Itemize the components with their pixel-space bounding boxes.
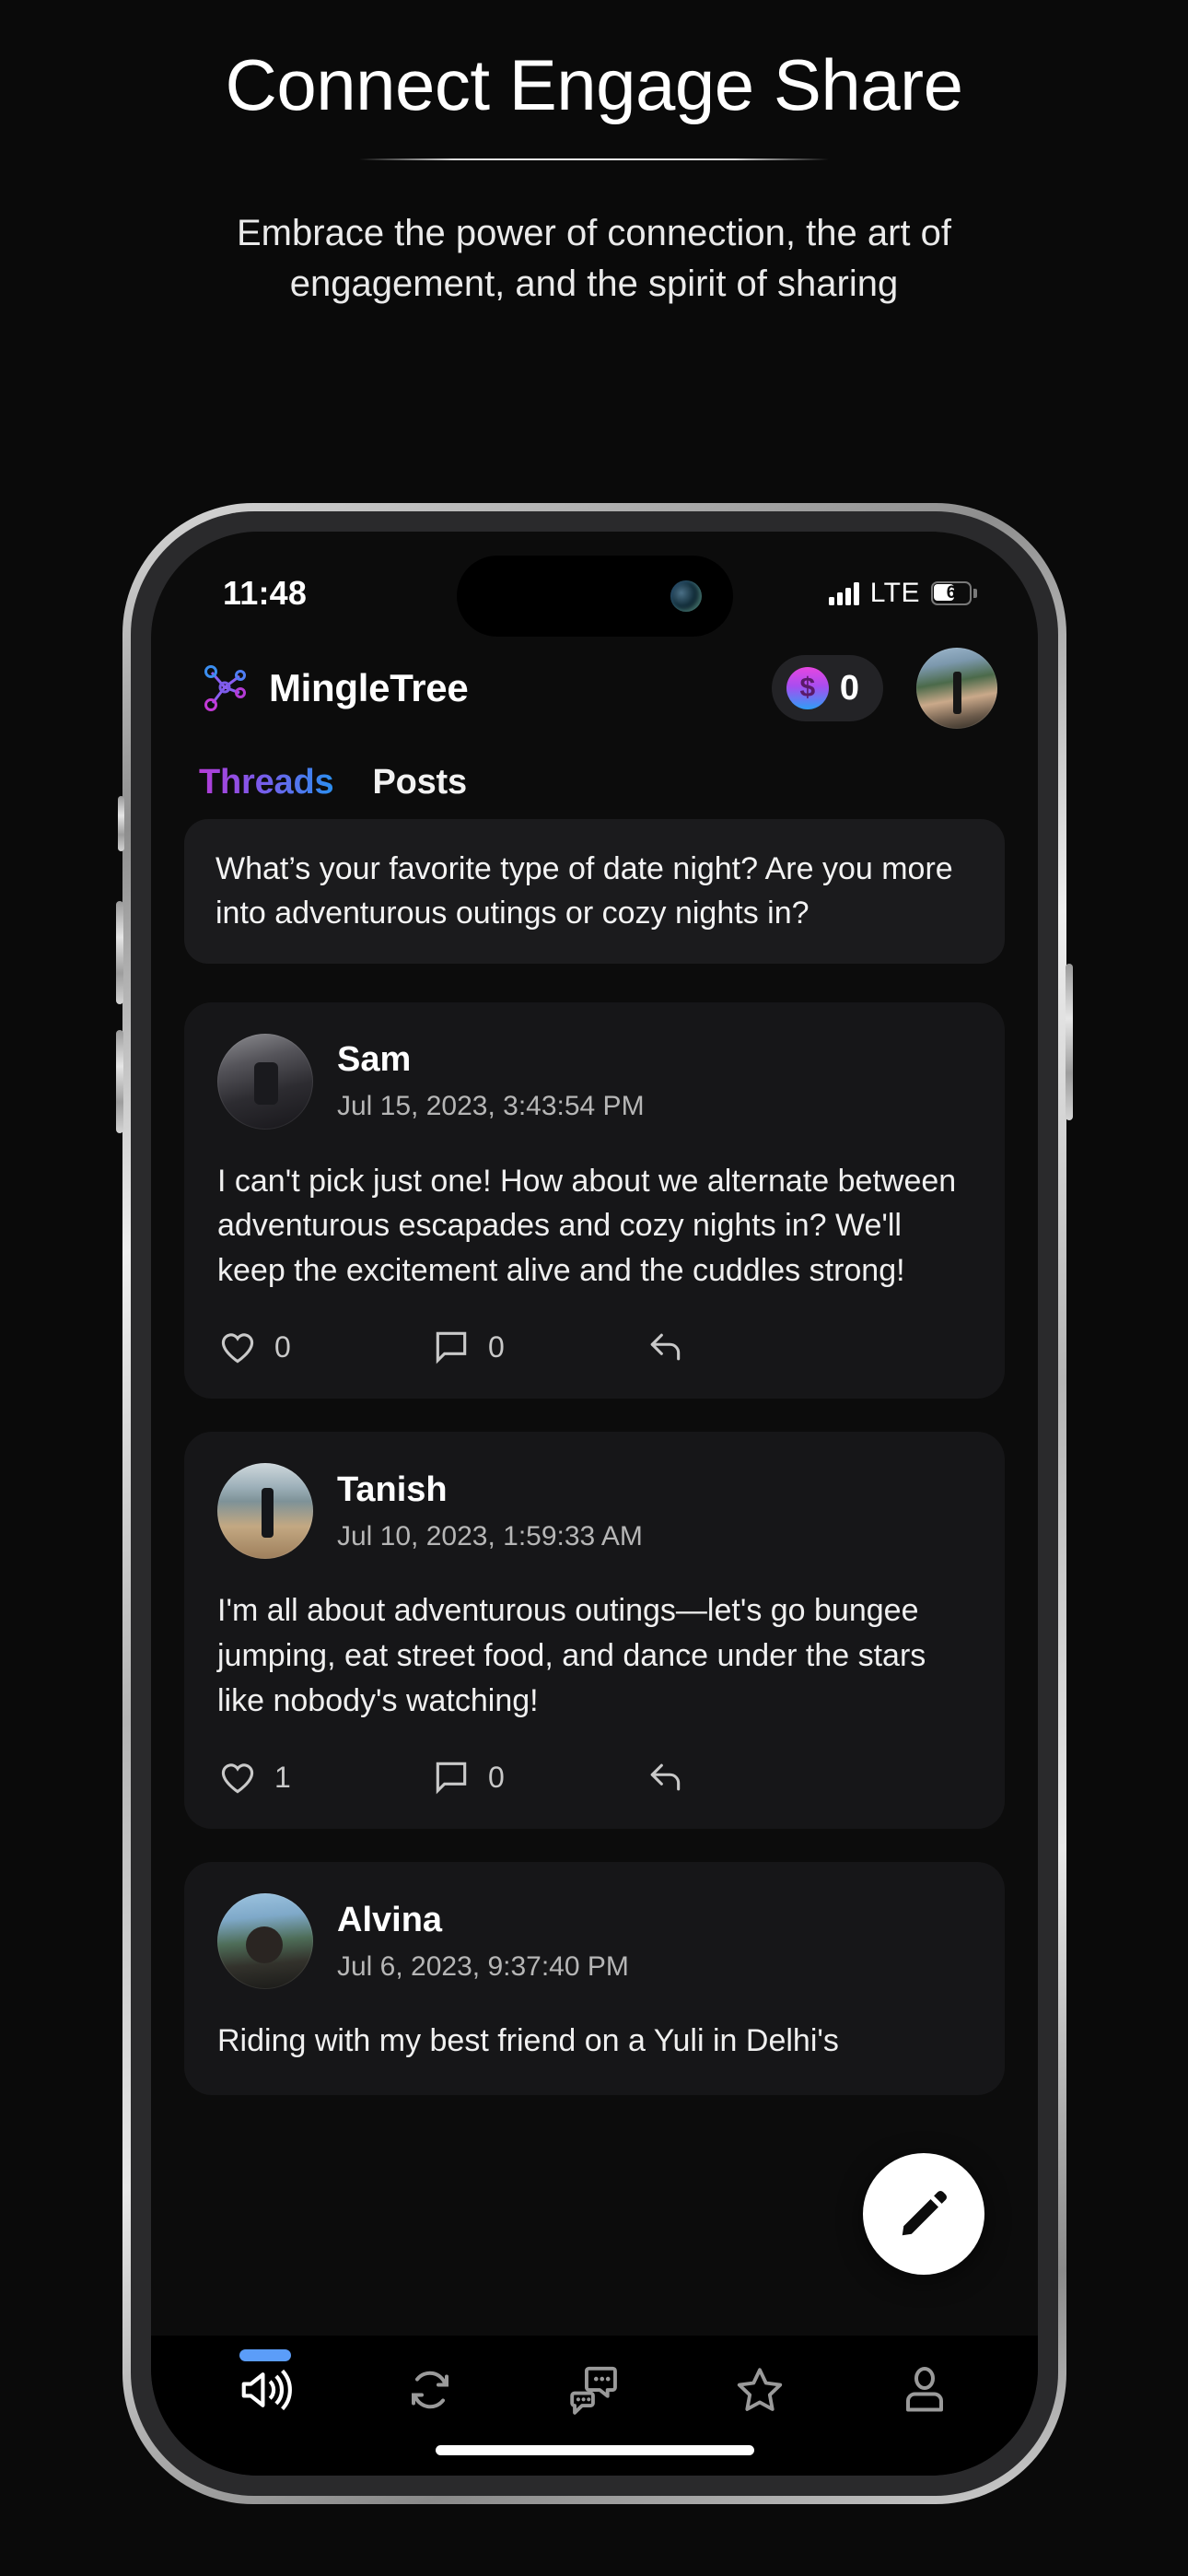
- like-count: 1: [274, 1760, 291, 1794]
- volume-up-button[interactable]: [116, 901, 123, 1004]
- tab-posts[interactable]: Posts: [372, 763, 467, 802]
- post-author: Alvina: [337, 1900, 443, 1939]
- active-tab-indicator: [239, 2349, 291, 2361]
- reply-button[interactable]: [645, 1757, 858, 1797]
- post-author: Sam: [337, 1040, 412, 1080]
- comment-bubble-icon: [436, 1762, 467, 1795]
- post-body: I'm all about adventurous outings—let's …: [217, 1593, 926, 1719]
- post-card[interactable]: Alvina Jul 6, 2023, 9:37:40 PM Riding wi…: [184, 1862, 1005, 2096]
- like-button[interactable]: 0: [217, 1327, 431, 1367]
- home-indicator: [435, 2445, 754, 2455]
- app-name: MingleTree: [269, 666, 469, 709]
- reply-arrow-icon: [650, 1333, 681, 1361]
- phone-frame: 11:48 LTE 6 MingleTree $ 0 Threads Posts…: [116, 503, 1073, 2504]
- post-header: Tanish Jul 10, 2023, 1:59:33 AM: [217, 1463, 972, 1560]
- battery-level-label: 6: [946, 583, 957, 603]
- pencil-edit-icon: [902, 2190, 948, 2236]
- heart-icon: [221, 1333, 254, 1364]
- app-header: MingleTree $ 0: [151, 638, 1038, 738]
- post-timestamp: Jul 15, 2023, 3:43:54 PM: [337, 1091, 645, 1122]
- post-timestamp: Jul 10, 2023, 1:59:33 AM: [337, 1520, 643, 1551]
- signal-bars-icon: [828, 581, 859, 605]
- comment-button[interactable]: 0: [431, 1327, 645, 1367]
- power-button[interactable]: [1066, 964, 1073, 1120]
- coin-count-label: 0: [839, 668, 859, 708]
- speaker-announce-icon: [241, 2369, 292, 2411]
- tab-threads[interactable]: Threads: [199, 763, 334, 802]
- volume-down-button[interactable]: [116, 1030, 123, 1133]
- post-header: Alvina Jul 6, 2023, 9:37:40 PM: [217, 1893, 972, 1990]
- comment-button[interactable]: 0: [431, 1757, 645, 1797]
- post-header: Sam Jul 15, 2023, 3:43:54 PM: [217, 1033, 972, 1130]
- feed-fade: [151, 2293, 1038, 2336]
- thread-question-text: What’s your favorite type of date night?…: [215, 851, 953, 931]
- status-bar-time: 11:48: [223, 574, 308, 612]
- nav-chats[interactable]: [536, 2344, 654, 2436]
- chat-bubbles-icon: [569, 2366, 617, 2415]
- network-tree-icon: [199, 662, 252, 715]
- nav-refresh[interactable]: [371, 2344, 489, 2436]
- promo-header: Connect Engage Share Embrace the power o…: [0, 0, 1188, 310]
- post-body: Riding with my best friend on a Yuli in …: [217, 2023, 839, 2059]
- avatar[interactable]: [217, 1893, 313, 1990]
- comment-count: 0: [488, 1329, 505, 1364]
- status-bar-indicators: LTE 6: [828, 578, 977, 609]
- person-icon: [905, 2367, 943, 2412]
- like-button[interactable]: 1: [217, 1757, 431, 1797]
- promo-subtitle: Embrace the power of connection, the art…: [237, 213, 951, 305]
- post-actions: 1 0: [217, 1757, 972, 1797]
- page-title: Connect Engage Share: [225, 44, 963, 125]
- network-type-label: LTE: [869, 578, 920, 608]
- post-card[interactable]: Sam Jul 15, 2023, 3:43:54 PM I can't pic…: [184, 1001, 1005, 1399]
- refresh-sync-icon: [411, 2371, 448, 2409]
- star-icon: [737, 2368, 782, 2411]
- post-body: I can't pick just one! How about we alte…: [217, 1163, 957, 1289]
- post-actions: 0 0: [217, 1327, 972, 1367]
- comment-count: 0: [488, 1760, 505, 1794]
- feed-list[interactable]: What’s your favorite type of date night?…: [151, 819, 1038, 2336]
- tab-bar: Threads Posts: [151, 749, 1038, 815]
- divider: [359, 158, 829, 161]
- nav-profile[interactable]: [866, 2344, 984, 2436]
- avatar[interactable]: [916, 648, 997, 729]
- nav-favorites[interactable]: [701, 2344, 819, 2436]
- reply-button[interactable]: [645, 1327, 858, 1367]
- create-post-button[interactable]: [863, 2153, 984, 2275]
- coin-balance-button[interactable]: $ 0: [771, 655, 883, 721]
- post-timestamp: Jul 6, 2023, 9:37:40 PM: [337, 1950, 629, 1982]
- avatar[interactable]: [217, 1463, 313, 1560]
- thread-question-card[interactable]: What’s your favorite type of date night?…: [184, 819, 1005, 964]
- comment-bubble-icon: [436, 1332, 467, 1364]
- post-card[interactable]: Tanish Jul 10, 2023, 1:59:33 AM I'm all …: [184, 1432, 1005, 1830]
- phone-bezel: 11:48 LTE 6 MingleTree $ 0 Threads Posts…: [131, 511, 1058, 2496]
- battery-icon: 6: [931, 581, 977, 605]
- front-camera-icon: [670, 580, 702, 612]
- mute-switch[interactable]: [118, 796, 124, 851]
- avatar[interactable]: [217, 1033, 313, 1130]
- heart-icon: [221, 1763, 254, 1794]
- reply-arrow-icon: [650, 1763, 681, 1791]
- post-author: Tanish: [337, 1469, 448, 1509]
- dynamic-island: [456, 556, 733, 637]
- nav-announce[interactable]: [206, 2344, 324, 2436]
- phone-screen: 11:48 LTE 6 MingleTree $ 0 Threads Posts…: [151, 532, 1038, 2476]
- like-count: 0: [274, 1329, 291, 1364]
- coin-dollar-icon: $: [786, 667, 829, 709]
- phone-mockup: 11:48 LTE 6 MingleTree $ 0 Threads Posts…: [116, 503, 1073, 2504]
